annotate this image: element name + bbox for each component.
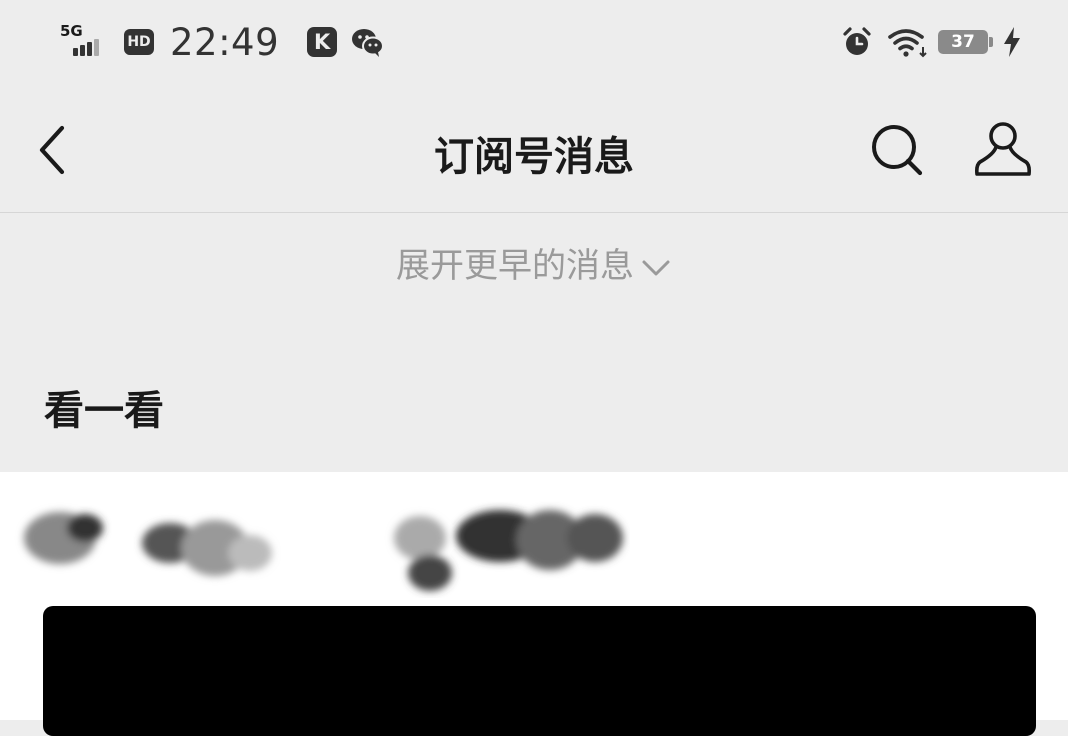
search-icon[interactable]	[866, 120, 926, 180]
expand-label: 展开更早的消息	[396, 246, 634, 286]
section-title: 看一看	[44, 388, 164, 434]
wifi-icon	[888, 29, 927, 58]
status-bar: 5G HD 22:49 K 37	[0, 0, 1068, 88]
status-left: 5G HD 22:49 K	[60, 20, 385, 64]
hd-icon: HD	[124, 29, 154, 55]
network-type: 5G	[60, 22, 83, 40]
article-card[interactable]	[0, 472, 1068, 736]
article-thumbnail[interactable]	[43, 606, 1036, 736]
chevron-down-icon	[642, 260, 670, 275]
redacted-account-name	[24, 510, 623, 591]
k-app-icon: K	[307, 27, 338, 57]
battery-icon: 37	[938, 30, 993, 54]
signal-icon: 5G	[60, 22, 112, 62]
clock-time: 22:49	[170, 20, 280, 64]
profile-icon[interactable]	[972, 118, 1034, 180]
wechat-icon	[352, 29, 385, 57]
charging-icon	[1004, 27, 1020, 57]
status-right: 37	[840, 22, 1024, 62]
alarm-icon	[843, 27, 871, 55]
nav-bar: 订阅号消息	[0, 88, 1068, 213]
expand-earlier-messages[interactable]: 展开更早的消息	[0, 238, 1068, 287]
